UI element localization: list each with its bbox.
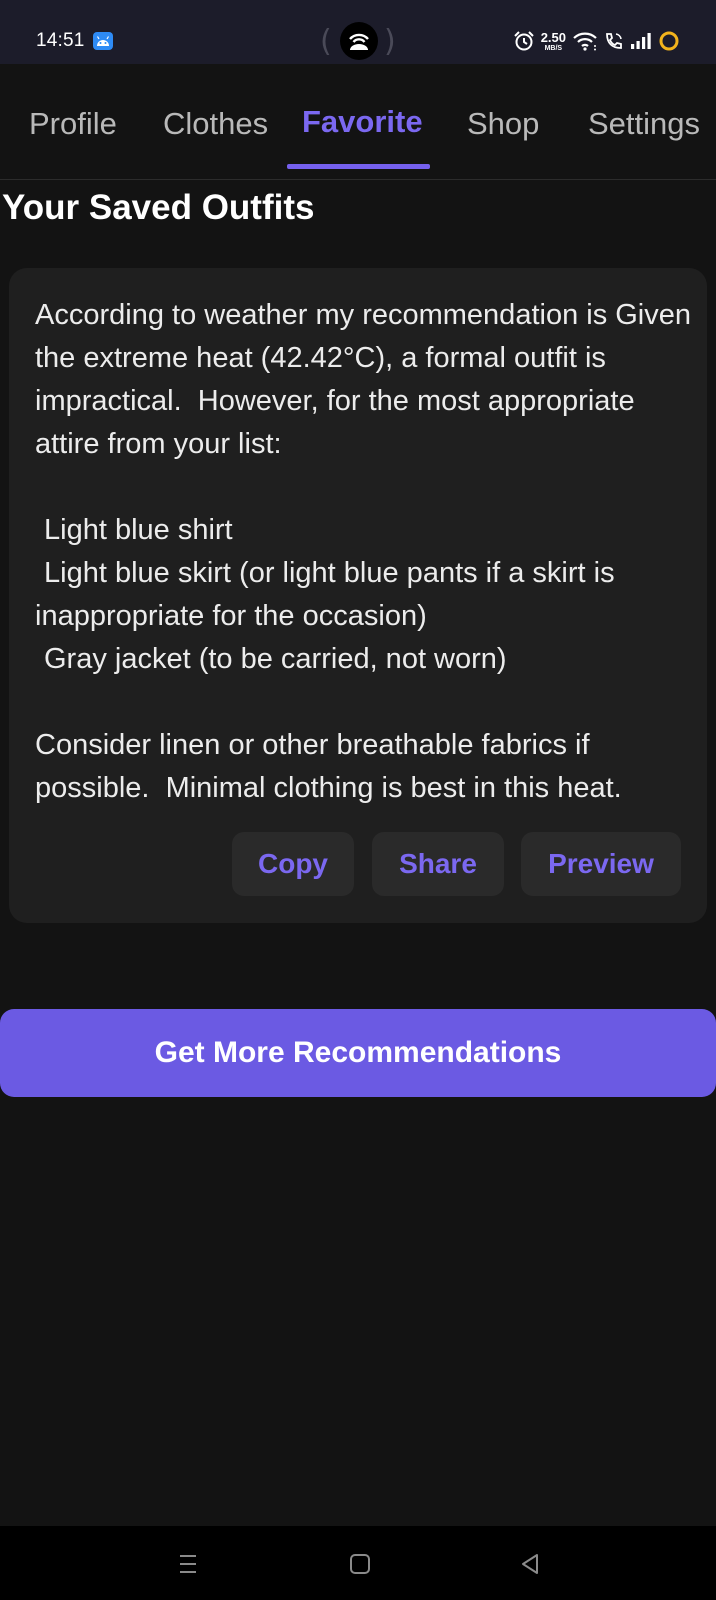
tab-shop[interactable]: Shop: [467, 106, 539, 142]
battery-ring-icon: [659, 31, 679, 51]
home-icon[interactable]: [340, 1544, 380, 1584]
system-nav-bar: [0, 1526, 716, 1600]
get-more-recommendations-button[interactable]: Get More Recommendations: [0, 1009, 716, 1097]
page-title: Your Saved Outfits: [2, 188, 315, 227]
camera-island: ( ): [320, 22, 396, 62]
signal-icon: [631, 33, 651, 49]
tab-favorite[interactable]: Favorite: [302, 104, 423, 140]
recents-icon[interactable]: [168, 1544, 208, 1584]
preview-button[interactable]: Preview: [521, 832, 681, 896]
island-left-bracket: (: [320, 24, 332, 59]
tab-settings[interactable]: Settings: [588, 106, 700, 142]
tab-profile[interactable]: Profile: [29, 106, 117, 142]
share-button[interactable]: Share: [372, 832, 504, 896]
tab-bar: Profile Clothes Favorite Shop Settings: [0, 64, 716, 180]
outfit-item-text: Light blue skirt (or light blue pants if…: [35, 557, 623, 632]
recommendation-closing: Consider linen or other breathable fabri…: [35, 729, 622, 804]
outfit-item: Light blue skirt (or light blue pants if…: [35, 552, 695, 638]
saved-outfit-card: According to weather my recommendation i…: [9, 268, 707, 923]
net-speed: 2.50 MB/S: [541, 31, 566, 52]
outfit-recommendation-text: According to weather my recommendation i…: [35, 294, 695, 810]
active-tab-indicator: [287, 164, 430, 169]
recommendation-intro: According to weather my recommendation i…: [35, 299, 700, 460]
copy-button[interactable]: Copy: [232, 832, 354, 896]
outfit-item: Gray jacket (to be carried, not worn): [44, 643, 507, 675]
island-right-bracket: ): [384, 24, 396, 59]
status-icons: 2.50 MB/S: [513, 28, 680, 54]
alarm-icon: [513, 31, 534, 51]
wifi-calling-icon: [606, 33, 622, 49]
tab-clothes[interactable]: Clothes: [163, 106, 268, 142]
net-speed-unit: MB/S: [544, 44, 563, 52]
back-icon[interactable]: [510, 1544, 550, 1584]
status-time: 14:51: [36, 30, 85, 51]
android-badge-icon: [93, 32, 113, 50]
outfit-item: Light blue shirt: [44, 514, 233, 546]
net-speed-value: 2.50: [540, 29, 566, 45]
wifi-icon: [573, 32, 597, 51]
hotspot-island-icon: [340, 22, 378, 60]
status-bar: 14:51 ( ) 2.50 MB/S: [0, 0, 716, 64]
